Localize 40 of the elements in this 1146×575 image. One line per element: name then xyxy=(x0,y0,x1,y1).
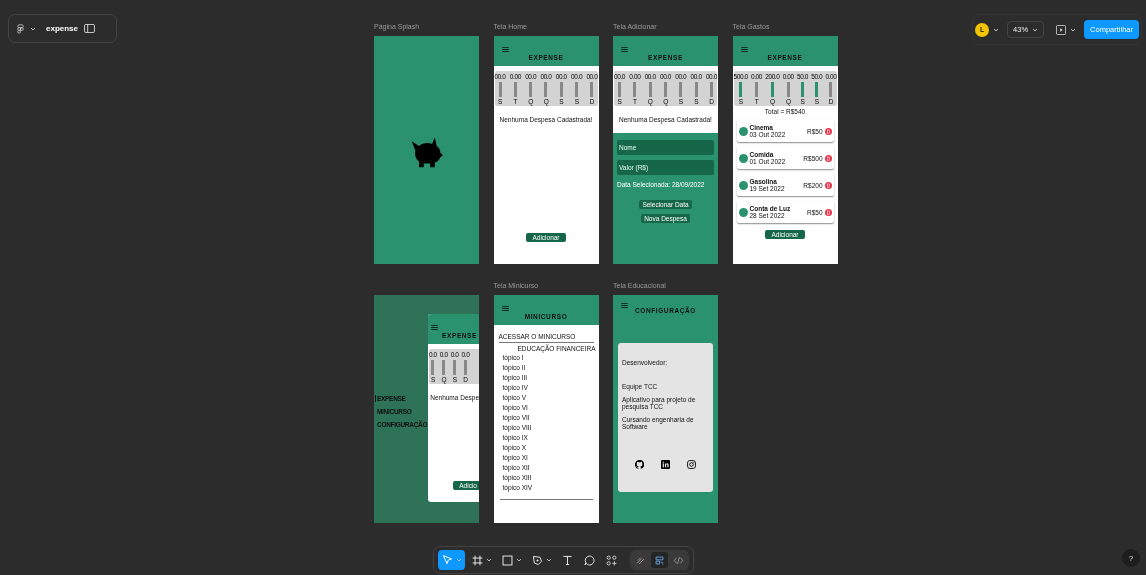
layout-icon xyxy=(654,554,665,566)
caret-icon[interactable] xyxy=(486,558,492,562)
hash-icon xyxy=(471,553,484,567)
caret-icon[interactable] xyxy=(1032,27,1039,32)
design-mode-button[interactable] xyxy=(651,552,668,568)
figma-logo-icon[interactable] xyxy=(17,23,24,34)
caret-icon[interactable] xyxy=(993,27,1000,32)
square-icon xyxy=(501,553,514,567)
menu-icon[interactable] xyxy=(621,47,628,52)
delete-icon[interactable] xyxy=(824,181,832,189)
caret-icon[interactable] xyxy=(516,558,522,562)
menu-icon[interactable] xyxy=(501,306,509,311)
present-icon[interactable] xyxy=(1056,24,1067,35)
code-icon xyxy=(673,554,684,566)
expense-avatar xyxy=(738,126,748,136)
delete-icon[interactable] xyxy=(824,208,832,216)
menu-icon[interactable] xyxy=(621,303,628,308)
menu-icon[interactable] xyxy=(431,325,438,330)
menu-icon[interactable] xyxy=(501,47,509,52)
expense-avatar xyxy=(738,180,748,190)
linkedin-icon[interactable] xyxy=(661,460,670,469)
help-button[interactable]: ? xyxy=(1122,549,1140,567)
shapes-icon xyxy=(605,553,618,567)
move-tool-button[interactable] xyxy=(438,550,465,570)
github-icon[interactable] xyxy=(634,460,644,469)
file-name[interactable]: expense xyxy=(46,24,79,33)
comment-icon xyxy=(583,553,596,567)
instagram-icon[interactable] xyxy=(687,460,697,469)
expense-avatar xyxy=(738,153,748,163)
caret-icon[interactable] xyxy=(1070,27,1077,32)
pen-icon xyxy=(531,553,544,567)
caret-icon[interactable] xyxy=(546,558,552,562)
delete-icon[interactable] xyxy=(824,154,832,162)
caret-icon[interactable] xyxy=(30,26,36,31)
cursor-icon xyxy=(441,553,454,567)
expense-avatar xyxy=(738,207,748,217)
text-icon xyxy=(561,553,574,567)
menu-icon[interactable] xyxy=(740,47,748,52)
sidebar-icon[interactable] xyxy=(84,24,96,33)
delete-icon[interactable] xyxy=(824,127,832,135)
